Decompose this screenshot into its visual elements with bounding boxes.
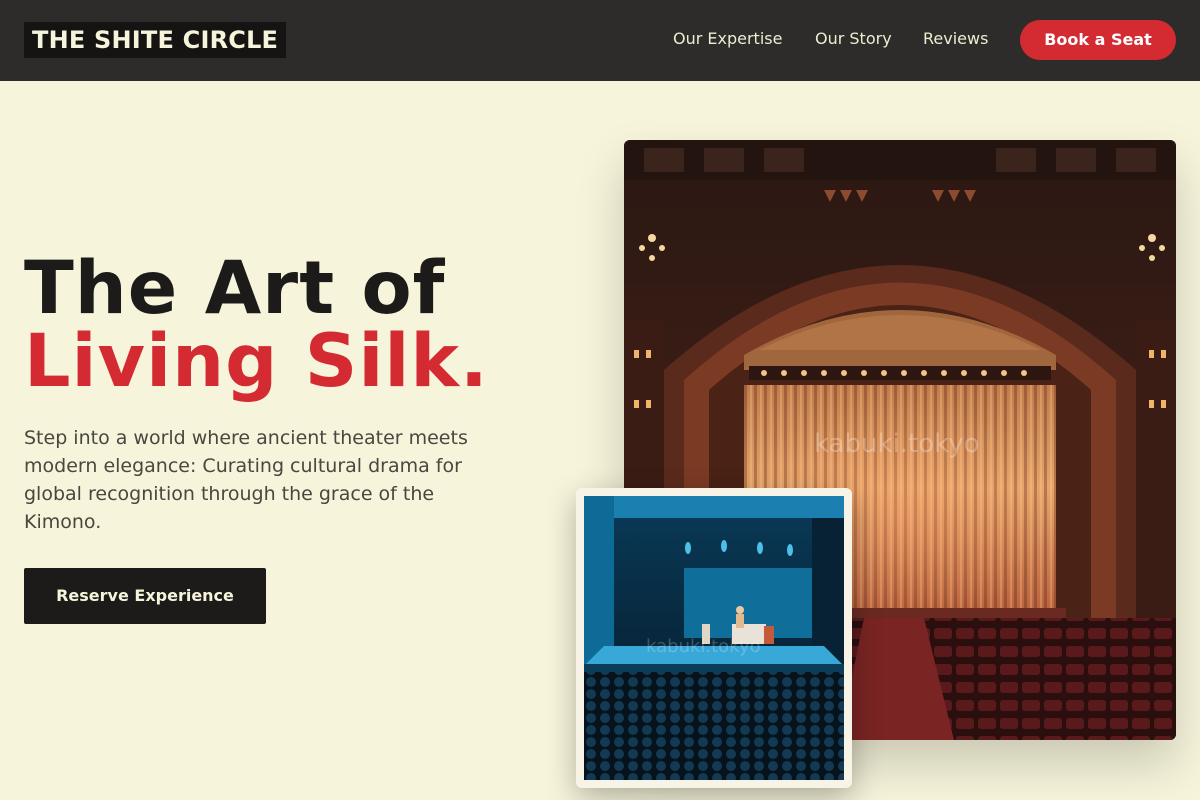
inset-photo-frame: kabuki.tokyo: [576, 488, 852, 788]
stage-performance-photo: kabuki.tokyo: [584, 496, 844, 780]
nav-our-story[interactable]: Our Story: [815, 29, 892, 49]
site-header: THE SHITE CIRCLE Our Expertise Our Story…: [0, 0, 1200, 81]
hero-title-line-2: Living Silk.: [24, 319, 489, 404]
hero-headline: The Art of Living Silk.: [24, 252, 584, 398]
reserve-experience-button[interactable]: Reserve Experience: [24, 568, 266, 624]
site-logo[interactable]: THE SHITE CIRCLE: [24, 22, 287, 58]
hero-title-line-1: The Art of: [24, 246, 446, 331]
hero-description: Step into a world where ancient theater …: [24, 427, 468, 533]
nav-our-expertise[interactable]: Our Expertise: [673, 29, 782, 49]
inset-photo-watermark: kabuki.tokyo: [646, 636, 761, 657]
main-photo-watermark: kabuki.tokyo: [814, 429, 980, 459]
nav-reviews[interactable]: Reviews: [923, 29, 988, 49]
book-a-seat-button[interactable]: Book a Seat: [1020, 20, 1176, 60]
